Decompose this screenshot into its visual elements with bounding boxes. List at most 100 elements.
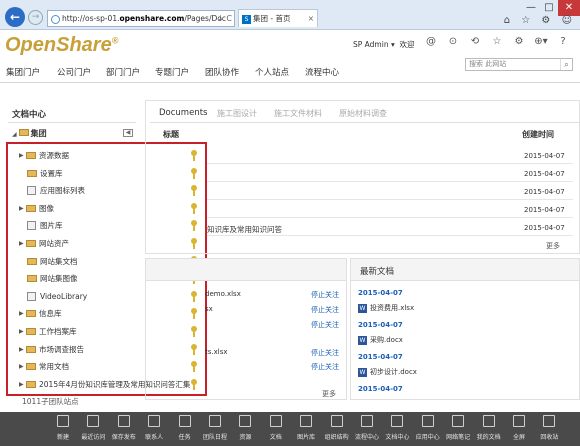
back-button[interactable]: ← <box>5 7 25 27</box>
document-title[interactable]: 知识库及常用知识问答 <box>207 224 282 235</box>
toolbar-icon <box>269 415 282 427</box>
expand-arrow-icon[interactable]: ▶ <box>19 341 24 358</box>
tab-documents[interactable]: Documents <box>159 108 207 118</box>
toolbar-icon <box>421 415 434 427</box>
header-divider <box>0 82 580 83</box>
latest-file[interactable]: W 初步设计.docx <box>358 367 417 377</box>
logo-text: OpenShare <box>5 34 112 56</box>
toolbar-button[interactable]: 组织结构 <box>324 412 349 446</box>
toolbar-button[interactable]: 网络笔记 <box>445 412 470 446</box>
collapse-tree-icon[interactable]: ◀ <box>123 129 133 137</box>
stop-follow-link[interactable]: 停止关注 <box>311 320 339 330</box>
toolbar-icon <box>452 415 465 427</box>
toolbar-icon <box>87 415 100 427</box>
latest-file-name[interactable]: 采购.docx <box>370 336 403 344</box>
toolbar-button[interactable]: 文档中心 <box>384 412 409 446</box>
tab-construction-design[interactable]: 施工图设计 <box>217 108 257 119</box>
folder-icon <box>26 345 36 353</box>
toolbar-button[interactable]: 回收站 <box>536 412 561 446</box>
latest-date: 2015-04-07 <box>358 385 403 393</box>
nav-topic-portal[interactable]: 专题门户 <box>155 66 189 78</box>
close-window-button[interactable]: ✕ <box>558 0 580 16</box>
favorite-icon[interactable]: ☆ <box>486 36 508 47</box>
stop-follow-link[interactable]: 停止关注 <box>311 348 339 358</box>
folder-icon <box>26 310 36 318</box>
column-created-header[interactable]: 创建时间 <box>522 129 554 140</box>
toolbar-button[interactable]: 新建 <box>50 412 75 446</box>
nav-department-portal[interactable]: 部门门户 <box>106 66 140 78</box>
openshare-logo: OpenShare® <box>5 34 118 57</box>
url-host: openshare.com <box>119 14 185 23</box>
toolbar-button[interactable]: 图片库 <box>293 412 318 446</box>
latest-file[interactable]: W 采购.docx <box>358 335 403 345</box>
expand-arrow-icon[interactable]: ▶ <box>19 235 24 252</box>
column-title-header[interactable]: 标题 <box>163 129 179 140</box>
team-site-link[interactable]: 1011子团队站点 <box>22 396 79 407</box>
expand-arrow-icon[interactable]: ▶ <box>19 323 24 340</box>
latest-file-name[interactable]: 投资费用.xlsx <box>370 304 414 312</box>
tab-original-survey[interactable]: 原始材料调查 <box>339 108 387 119</box>
forward-button[interactable]: → <box>28 10 43 25</box>
nav-personal-site[interactable]: 个人站点 <box>255 66 289 78</box>
latest-file-name[interactable]: 初步设计.docx <box>370 368 417 376</box>
toolbar-button[interactable]: 保存发布 <box>111 412 136 446</box>
followed-file[interactable]: demo.xlsx <box>205 290 241 298</box>
user-name[interactable]: SP Admin ▾ <box>353 40 395 49</box>
address-controls[interactable]: ↓ C <box>217 11 232 26</box>
documents-more-link[interactable]: 更多 <box>546 241 560 251</box>
toolbar-button[interactable]: 资源 <box>232 412 257 446</box>
tab-construction-materials[interactable]: 施工文件材料 <box>274 108 322 119</box>
user-menu[interactable]: SP Admin ▾ 欢迎 <box>353 39 415 50</box>
at-icon[interactable]: @ <box>420 36 442 47</box>
tab-close-icon[interactable]: × <box>308 10 314 27</box>
toolbar-button[interactable]: 全屏 <box>506 412 531 446</box>
expand-arrow-icon[interactable]: ▶ <box>19 376 24 393</box>
toolbar-button[interactable]: 流程中心 <box>354 412 379 446</box>
latest-date: 2015-04-07 <box>358 289 403 297</box>
library-icon <box>27 221 36 231</box>
tree-item-label: 信息库 <box>39 309 62 319</box>
maximize-button[interactable]: □ <box>540 0 558 16</box>
toolbar-button[interactable]: 最近访问 <box>80 412 105 446</box>
toolbar-button[interactable]: 应用中心 <box>415 412 440 446</box>
expand-arrow-icon[interactable]: ▶ <box>19 358 24 375</box>
expand-arrow-icon[interactable]: ▶ <box>19 305 24 322</box>
toolbar-button[interactable]: 文档 <box>263 412 288 446</box>
latest-documents-panel <box>350 258 580 400</box>
minimize-button[interactable]: — <box>522 0 540 16</box>
toolbar-icon <box>300 415 313 427</box>
address-bar[interactable]: http://os-sp-01.openshare.com/Pages/Doc … <box>47 10 235 27</box>
toolbar-button[interactable]: 任务 <box>172 412 197 446</box>
latest-file[interactable]: W 投资费用.xlsx <box>358 303 414 313</box>
expand-caret-icon[interactable]: ◢ <box>12 131 17 138</box>
nav-company-portal[interactable]: 公司门户 <box>57 66 91 78</box>
expand-arrow-icon[interactable]: ▶ <box>19 200 24 217</box>
nav-workflow-center[interactable]: 流程中心 <box>305 66 339 78</box>
toolbar-button[interactable]: 联系人 <box>141 412 166 446</box>
tree-root-group[interactable]: ◢ 集团 <box>12 128 47 139</box>
followed-file[interactable]: sx <box>205 305 213 313</box>
stop-follow-link[interactable]: 停止关注 <box>311 362 339 372</box>
sync-icon[interactable]: ⟲ <box>464 36 486 47</box>
browser-tool-icons[interactable]: ⌂ ☆ ⚙ ☺ <box>504 15 576 26</box>
focus-icon[interactable]: ⊙ <box>442 36 464 47</box>
toolbar-button[interactable]: 我的文档 <box>476 412 501 446</box>
document-date: 2015-04-07 <box>524 224 565 232</box>
bottom-toolbar: 新建 最近访问 保存发布 联系人 任务 团队日程 资源 文档 图片库 组织结构 流程中心 文档中心 应用… <box>0 412 580 446</box>
folder-icon <box>27 169 37 177</box>
globe-icon[interactable]: ⊕▾ <box>530 36 552 47</box>
browser-tab[interactable]: S 集团 - 首页 × <box>238 9 318 27</box>
toolbar-icon <box>209 415 221 427</box>
nav-team-collab[interactable]: 团队协作 <box>205 66 239 78</box>
stop-follow-link[interactable]: 停止关注 <box>311 290 339 300</box>
toolbar-button[interactable]: 团队日程 <box>202 412 227 446</box>
settings-gear-icon[interactable]: ⚙ <box>508 36 530 47</box>
followed-more-link[interactable]: 更多 <box>322 389 336 399</box>
stop-follow-link[interactable]: 停止关注 <box>311 305 339 315</box>
followed-file[interactable]: ts.xlsx <box>205 348 228 356</box>
help-icon[interactable]: ? <box>552 36 574 47</box>
nav-group-portal[interactable]: 集团门户 <box>6 66 40 78</box>
tree-item-label: 图像 <box>39 203 54 213</box>
expand-arrow-icon[interactable]: ▶ <box>19 147 24 164</box>
latest-documents-title: 最新文档 <box>360 267 395 277</box>
